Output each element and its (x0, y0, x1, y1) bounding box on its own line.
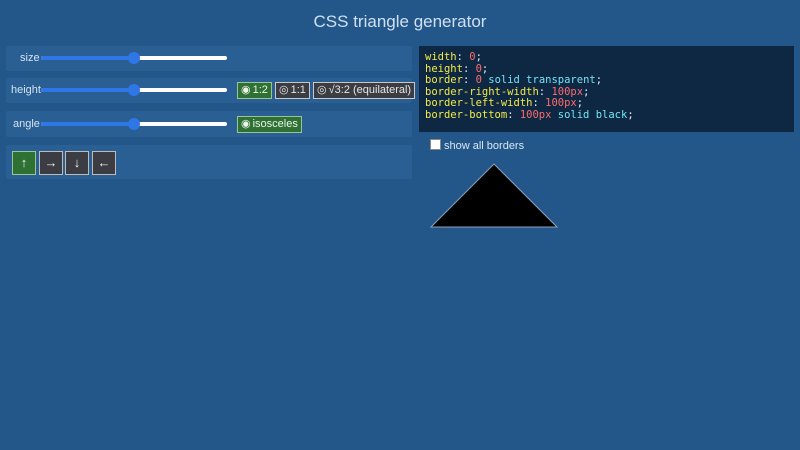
direction-control-row: ↑ → ↓ ← (6, 145, 412, 179)
size-slider[interactable] (41, 52, 227, 64)
show-all-borders-label: show all borders (444, 140, 525, 152)
radio-icon: ◉ (241, 118, 251, 130)
code-colon: : (538, 85, 552, 98)
code-property: border (425, 74, 463, 87)
page-title: CSS triangle generator (313, 12, 487, 31)
height-control-row: height ◉ 1:2 ◎ 1:1 ◎ √3:2 (equilateral) (6, 78, 416, 103)
code-colon: : (462, 62, 476, 75)
size-label: size (20, 52, 40, 64)
direction-down-button[interactable]: ↓ (65, 151, 89, 175)
height-option-label: 1:2 (252, 84, 268, 96)
code-semicolon: ; (627, 108, 634, 121)
height-slider-thumb[interactable] (128, 84, 140, 96)
code-value: 100px (545, 97, 577, 110)
direction-left-button[interactable]: ← (92, 151, 116, 175)
code-property: height (425, 62, 463, 75)
angle-slider[interactable] (41, 118, 227, 130)
code-semicolon: ; (475, 51, 482, 63)
code-value: solid black (551, 108, 628, 121)
radio-icon: ◎ (317, 84, 327, 96)
height-slider[interactable] (41, 84, 227, 96)
code-colon: : (507, 108, 520, 121)
show-all-borders-toggle[interactable]: show all borders (430, 139, 524, 152)
size-slider-fill (41, 56, 134, 60)
code-semicolon: ; (576, 97, 584, 110)
angle-option-label: isosceles (252, 118, 298, 130)
triangle-preview (430, 163, 558, 228)
angle-label: angle (13, 118, 40, 130)
height-option-equilateral[interactable]: ◎ √3:2 (equilateral) (313, 82, 416, 99)
code-value: 100px (519, 108, 552, 121)
radio-icon: ◎ (279, 84, 289, 96)
show-all-borders-checkbox[interactable] (430, 139, 441, 150)
code-line: border-bottom: 100px solid black; (419, 108, 794, 122)
code-colon: : (462, 74, 476, 87)
angle-control-row: angle ◉ isosceles (6, 111, 412, 137)
direction-up-button[interactable]: ↑ (12, 151, 36, 175)
code-property: border-left-width (425, 97, 533, 110)
code-value: solid transparent (481, 74, 596, 87)
triangle-shape (430, 163, 558, 228)
height-slider-fill (41, 88, 134, 92)
height-label: height (11, 84, 41, 96)
code-colon: : (456, 51, 470, 63)
css-code-output: width: 0; height: 0; border: 0 solid trans… (419, 46, 794, 132)
code-semicolon: ; (595, 74, 603, 87)
code-value: 100px (551, 85, 584, 98)
code-property: border-right-width (425, 85, 539, 98)
height-option-1-2[interactable]: ◉ 1:2 (237, 82, 272, 99)
height-option-1-1[interactable]: ◎ 1:1 (275, 82, 310, 99)
angle-slider-thumb[interactable] (128, 118, 140, 130)
code-semicolon: ; (481, 62, 489, 75)
height-option-label: √3:2 (equilateral) (328, 84, 412, 96)
size-slider-thumb[interactable] (128, 52, 140, 64)
code-property: width (425, 51, 457, 63)
radio-icon: ◉ (241, 84, 251, 96)
height-option-label: 1:1 (290, 84, 306, 96)
direction-right-button[interactable]: → (39, 151, 63, 175)
code-property: border-bottom (425, 108, 508, 121)
size-control-row: size (6, 46, 412, 71)
angle-option-isosceles[interactable]: ◉ isosceles (237, 116, 302, 133)
code-semicolon: ; (583, 85, 590, 98)
angle-slider-fill (41, 122, 134, 126)
code-colon: : (532, 97, 546, 110)
